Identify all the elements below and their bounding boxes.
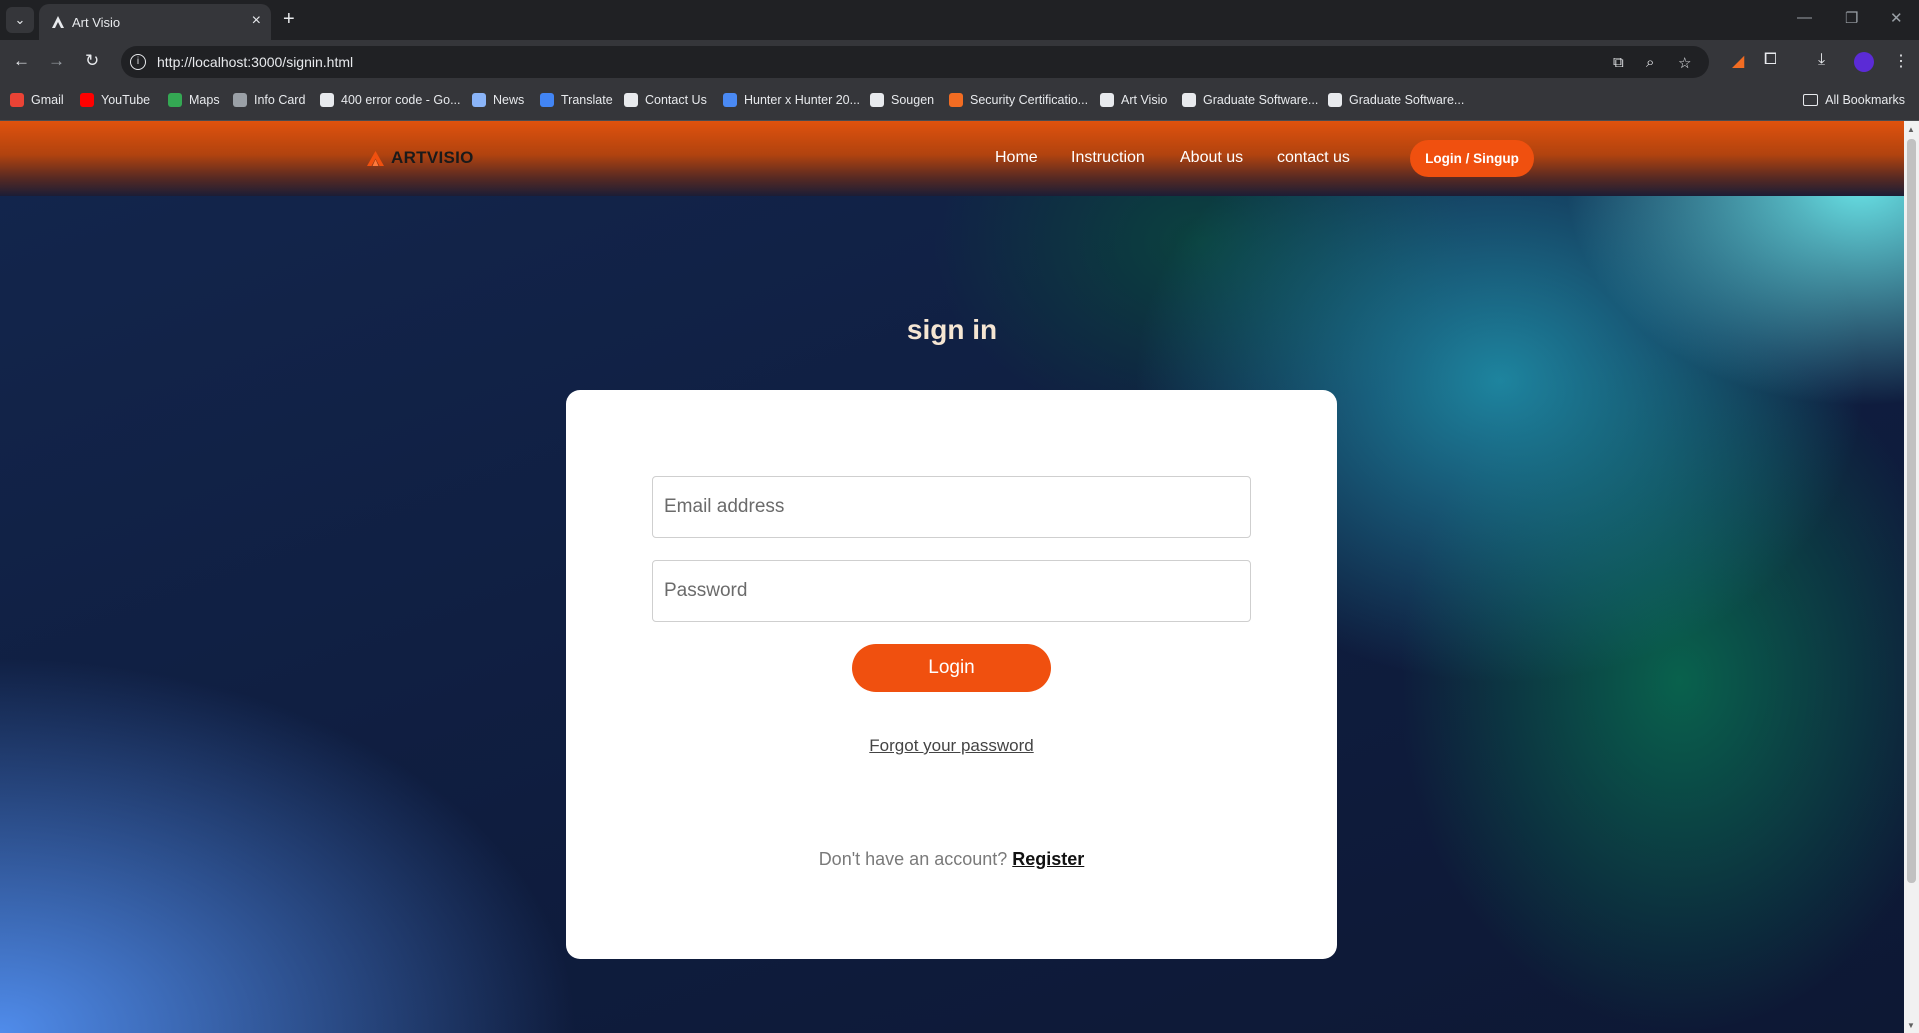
all-bookmarks-label: All Bookmarks	[1825, 93, 1905, 107]
bookmark-label: Gmail	[31, 93, 64, 107]
login-button[interactable]: Login	[852, 644, 1051, 692]
translate-icon	[540, 93, 554, 107]
extensions-puzzle-icon[interactable]: ⧠	[1764, 51, 1777, 69]
loading-icon	[870, 93, 884, 107]
bookmark-item[interactable]: Info Card	[233, 93, 305, 107]
url-text[interactable]: http://localhost:3000/signin.html	[157, 54, 353, 70]
scrollbar-thumb[interactable]	[1907, 139, 1916, 883]
bookmark-item[interactable]: Security Certificatio...	[949, 93, 1088, 107]
bookmark-item[interactable]: Graduate Software...	[1328, 93, 1464, 107]
signin-card: Login Forgot your password Don't have an…	[566, 390, 1337, 959]
no-account-text: Don't have an account?	[818, 849, 1008, 869]
bookmark-item[interactable]: Sougen	[870, 93, 934, 107]
browser-toolbar: ← → ↻ i http://localhost:3000/signin.htm…	[0, 40, 1919, 84]
site-info-icon[interactable]: i	[130, 54, 146, 70]
play-icon	[723, 93, 737, 107]
bookmark-label: Sougen	[891, 93, 935, 107]
register-link[interactable]: Register	[1012, 849, 1084, 869]
browser-tab-strip: ⌄ Art Visio × + — ❐ ✕	[0, 0, 1919, 40]
scroll-down-icon[interactable]: ▼	[1907, 1021, 1915, 1030]
bookmark-label: Graduate Software...	[1203, 93, 1319, 107]
gmail-icon	[10, 93, 24, 107]
email-field[interactable]	[652, 476, 1251, 538]
new-tab-button[interactable]: +	[283, 8, 295, 31]
bookmark-item[interactable]: Maps	[168, 93, 220, 107]
folder-icon	[1803, 94, 1819, 106]
open-in-app-icon[interactable]: ⧉	[1613, 54, 1624, 71]
site-logo[interactable]: ARTVISIO	[367, 148, 474, 168]
nav-contact-us[interactable]: contact us	[1277, 149, 1350, 167]
youtube-icon	[80, 93, 94, 107]
page-viewport: ARTVISIO Home Instruction About us conta…	[0, 121, 1904, 1033]
artvisio-favicon-icon	[52, 16, 64, 28]
cs-icon	[624, 93, 638, 107]
bookmark-label: 400 error code - Go...	[341, 93, 461, 107]
address-bar[interactable]: i http://localhost:3000/signin.html ⧉ ⌕ …	[121, 46, 1709, 78]
back-icon[interactable]: ←	[13, 51, 30, 71]
page-scrollbar[interactable]: ▲ ▼	[1904, 121, 1919, 1033]
tab-title: Art Visio	[72, 15, 121, 30]
bookmark-item[interactable]: 400 error code - Go...	[320, 93, 461, 107]
browser-tab[interactable]: Art Visio ×	[39, 4, 271, 40]
bookmark-label: Graduate Software...	[1349, 93, 1465, 107]
page-title: sign in	[906, 314, 998, 345]
nav-instruction[interactable]: Instruction	[1071, 149, 1145, 167]
reload-icon[interactable]: ↻	[85, 51, 99, 71]
bookmark-label: Maps	[189, 93, 220, 107]
all-bookmarks-button[interactable]: All Bookmarks	[1803, 93, 1905, 107]
globe-icon	[233, 93, 247, 107]
site-header: ARTVISIO Home Instruction About us conta…	[0, 121, 1904, 196]
maps-icon	[168, 93, 182, 107]
bookmark-label: Security Certificatio...	[970, 93, 1089, 107]
zoom-icon[interactable]: ⌕	[1646, 54, 1654, 71]
security-icon	[949, 93, 963, 107]
scroll-up-icon[interactable]: ▲	[1907, 125, 1915, 134]
graduate-icon	[1328, 93, 1342, 107]
bookmark-star-icon[interactable]: ☆	[1678, 54, 1691, 72]
bookmark-item[interactable]: Contact Us	[624, 93, 707, 107]
minimize-icon[interactable]: —	[1797, 9, 1812, 26]
forgot-password-link[interactable]: Forgot your password	[566, 736, 1337, 756]
artvisio-logo-icon	[367, 150, 384, 166]
google-icon	[320, 93, 334, 107]
bookmark-label: Contact Us	[645, 93, 707, 107]
bookmark-item[interactable]: Art Visio	[1100, 93, 1167, 107]
bookmark-item[interactable]: YouTube	[80, 93, 150, 107]
login-signup-button[interactable]: Login / Singup	[1410, 140, 1534, 177]
bookmark-label: Translate	[561, 93, 613, 107]
register-prompt: Don't have an account? Register	[566, 849, 1337, 870]
artvisio-icon	[1100, 93, 1114, 107]
extension-icon[interactable]: ◢	[1732, 51, 1744, 71]
bookmark-item[interactable]: Gmail	[10, 93, 64, 107]
bookmark-item[interactable]: News	[472, 93, 524, 107]
bookmarks-bar: Gmail YouTube Maps Info Card 400 error code …	[0, 84, 1919, 121]
brand-name: ARTVISIO	[391, 148, 474, 167]
bookmark-label: Art Visio	[1121, 93, 1168, 107]
close-tab-icon[interactable]: ×	[252, 12, 261, 30]
download-icon[interactable]: ⤓	[1818, 51, 1825, 69]
nav-home[interactable]: Home	[995, 149, 1038, 167]
bookmark-label: YouTube	[101, 93, 151, 107]
bookmark-item[interactable]: Graduate Software...	[1182, 93, 1318, 107]
bookmark-label: Hunter x Hunter 20...	[744, 93, 861, 107]
profile-avatar[interactable]	[1854, 52, 1874, 72]
bookmark-item[interactable]: Translate	[540, 93, 613, 107]
password-field[interactable]	[652, 560, 1251, 622]
bookmark-item[interactable]: Hunter x Hunter 20...	[723, 93, 860, 107]
nav-about-us[interactable]: About us	[1180, 149, 1243, 167]
close-window-icon[interactable]: ✕	[1890, 9, 1903, 27]
tab-search-button[interactable]: ⌄	[6, 7, 34, 33]
graduate-icon	[1182, 93, 1196, 107]
bookmark-label: News	[493, 93, 525, 107]
news-icon	[472, 93, 486, 107]
bookmark-label: Info Card	[254, 93, 306, 107]
forward-icon[interactable]: →	[48, 51, 65, 71]
restore-icon[interactable]: ❐	[1845, 9, 1858, 27]
menu-dots-icon[interactable]: ⋮	[1893, 51, 1909, 71]
